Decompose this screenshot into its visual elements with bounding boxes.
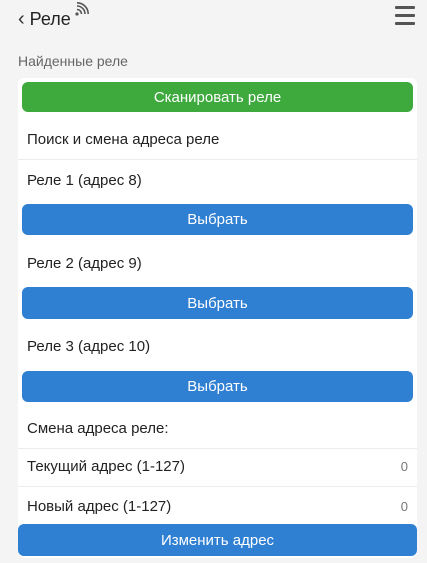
back-button[interactable]: ‹ Реле xyxy=(18,6,71,32)
chevron-left-icon: ‹ xyxy=(18,8,25,30)
new-address-value[interactable]: 0 xyxy=(401,499,408,514)
relay-2-label: Реле 2 (адрес 9) xyxy=(27,254,142,272)
page-title: Реле xyxy=(29,8,71,29)
wifi-signal-icon xyxy=(75,2,89,16)
section-title: Найденные реле xyxy=(18,53,128,69)
select-relay-2-button[interactable]: Выбрать xyxy=(22,287,413,319)
app-header: ‹ Реле xyxy=(0,0,427,38)
change-address-button[interactable]: Изменить адрес xyxy=(18,524,417,556)
search-heading: Поиск и смена адреса реле xyxy=(18,120,417,160)
current-address-value[interactable]: 0 xyxy=(401,459,408,474)
new-address-label: Новый адрес (1-127) xyxy=(27,497,172,515)
new-address-field[interactable]: Новый адрес (1-127) 0 xyxy=(18,486,417,526)
address-change-heading: Смена адреса реле: xyxy=(18,409,417,449)
current-address-label: Текущий адрес (1-127) xyxy=(27,458,185,475)
select-relay-3-button[interactable]: Выбрать xyxy=(22,371,413,402)
current-address-field[interactable]: Текущий адрес (1-127) 0 xyxy=(18,447,417,487)
hamburger-menu-icon[interactable] xyxy=(395,6,417,28)
relay-1-label: Реле 1 (адрес 8) xyxy=(27,171,142,189)
scan-button[interactable]: Сканировать реле xyxy=(22,82,413,112)
relay-card: Сканировать реле Поиск и смена адреса ре… xyxy=(18,78,417,558)
select-relay-1-button[interactable]: Выбрать xyxy=(22,204,413,235)
relay-3-label: Реле 3 (адрес 10) xyxy=(27,337,151,355)
